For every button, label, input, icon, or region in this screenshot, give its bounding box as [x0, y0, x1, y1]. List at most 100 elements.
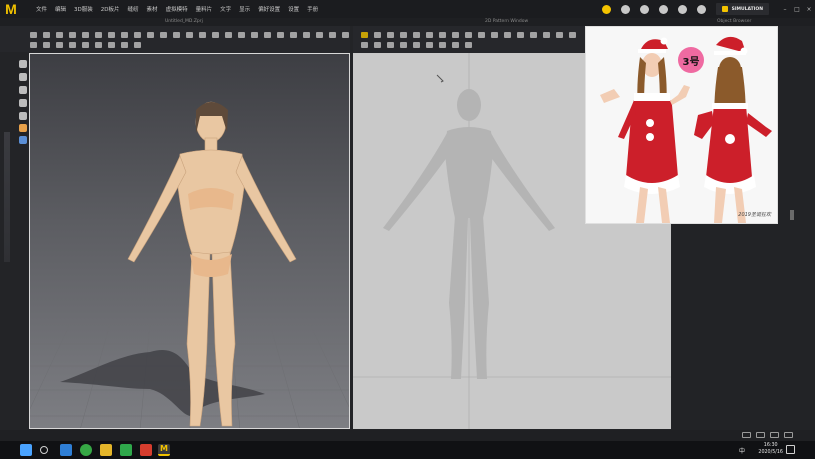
menu-2d-pattern[interactable]: 2D板片	[101, 5, 120, 13]
search-icon[interactable]	[40, 446, 48, 454]
minimize-button[interactable]: –	[779, 6, 791, 13]
tool-icon[interactable]	[439, 41, 446, 48]
marvelous-designer-icon[interactable]: M	[158, 444, 170, 456]
tool-icon[interactable]	[465, 31, 472, 38]
windows-start-icon[interactable]	[20, 444, 32, 456]
menu-sewing[interactable]: 缝纫	[128, 5, 139, 13]
tool-icon[interactable]	[342, 31, 349, 38]
shirt-icon[interactable]	[19, 99, 27, 107]
tool-icon[interactable]	[121, 31, 128, 38]
tool-icon[interactable]	[251, 31, 258, 38]
menu-display[interactable]: 显示	[239, 5, 250, 13]
tool-icon[interactable]	[316, 31, 323, 38]
tool-icon[interactable]	[400, 31, 407, 38]
viewport-3d[interactable]	[29, 53, 350, 429]
tool-icon[interactable]	[439, 31, 446, 38]
tool-icon[interactable]	[426, 41, 433, 48]
tool-icon[interactable]	[69, 31, 76, 38]
layout-icon[interactable]	[784, 432, 793, 438]
simulation-mode-button[interactable]: SIMULATION	[715, 3, 769, 15]
tool-icon[interactable]	[517, 31, 524, 38]
tool-icon[interactable]	[30, 31, 37, 38]
tool-icon[interactable]	[160, 31, 167, 38]
layout-icon[interactable]	[756, 432, 765, 438]
tool-icon[interactable]	[173, 31, 180, 38]
menu-edit[interactable]: 编辑	[55, 5, 66, 13]
notification-icon[interactable]	[601, 4, 611, 14]
tool-icon[interactable]	[387, 31, 394, 38]
tool-icon[interactable]	[465, 41, 472, 48]
menu-pieces[interactable]: 量料片	[196, 5, 213, 13]
tool-icon[interactable]	[199, 31, 206, 38]
tool-icon[interactable]	[56, 31, 63, 38]
avatar-icon[interactable]	[19, 60, 27, 68]
ime-indicator[interactable]: 中	[739, 446, 745, 455]
tool-icon[interactable]	[108, 41, 115, 48]
tool-icon[interactable]	[413, 41, 420, 48]
tool-icon[interactable]	[147, 31, 154, 38]
layout-icon[interactable]	[770, 432, 779, 438]
object-browser-handle[interactable]	[790, 210, 794, 220]
menu-text[interactable]: 文字	[220, 5, 231, 13]
tool-icon[interactable]	[264, 31, 271, 38]
person-icon[interactable]	[19, 86, 27, 94]
texture-icon[interactable]	[19, 136, 27, 144]
menu-settings[interactable]: 设置	[288, 5, 299, 13]
tool-icon[interactable]	[134, 41, 141, 48]
left-panel-tab[interactable]	[4, 132, 10, 262]
select-tool-icon[interactable]	[361, 31, 368, 38]
notification-center-icon[interactable]	[786, 445, 795, 454]
tool-icon[interactable]	[478, 31, 485, 38]
tool-icon[interactable]	[361, 41, 368, 48]
tool-icon[interactable]	[452, 41, 459, 48]
browser-icon[interactable]	[60, 444, 72, 456]
tool-icon[interactable]	[426, 31, 433, 38]
tool-icon[interactable]	[82, 31, 89, 38]
tool-icon[interactable]	[238, 31, 245, 38]
hanger-icon[interactable]	[696, 4, 706, 14]
tool-icon[interactable]	[504, 31, 511, 38]
maximize-button[interactable]: □	[791, 6, 803, 13]
close-button[interactable]: ×	[803, 6, 815, 13]
tool-icon[interactable]	[556, 31, 563, 38]
tool-icon[interactable]	[225, 31, 232, 38]
pencil-icon[interactable]	[19, 112, 27, 120]
menu-file[interactable]: 文件	[36, 5, 47, 13]
skin-icon[interactable]	[19, 124, 27, 132]
tool-icon[interactable]	[69, 41, 76, 48]
tool-icon[interactable]	[95, 41, 102, 48]
menu-avatar[interactable]: 虚拟模特	[166, 5, 188, 13]
tool-icon[interactable]	[452, 31, 459, 38]
camera-icon[interactable]	[677, 4, 687, 14]
app-c-icon[interactable]	[120, 444, 132, 456]
tool-icon[interactable]	[43, 31, 50, 38]
folder-icon[interactable]	[100, 444, 112, 456]
chat-app-icon[interactable]	[80, 444, 92, 456]
tool-icon[interactable]	[387, 41, 394, 48]
tool-icon[interactable]	[121, 41, 128, 48]
tool-icon[interactable]	[290, 31, 297, 38]
tool-icon[interactable]	[400, 41, 407, 48]
tool-icon[interactable]	[212, 31, 219, 38]
tool-icon[interactable]	[134, 31, 141, 38]
tool-icon[interactable]	[530, 31, 537, 38]
menu-3d-garment[interactable]: 3D服装	[74, 5, 93, 13]
speaker-icon[interactable]	[620, 4, 630, 14]
tool-icon[interactable]	[491, 31, 498, 38]
tool-icon[interactable]	[82, 41, 89, 48]
tool-icon[interactable]	[108, 31, 115, 38]
tool-icon[interactable]	[303, 31, 310, 38]
menu-preferences[interactable]: 偏好设置	[258, 5, 280, 13]
tool-icon[interactable]	[413, 31, 420, 38]
tool-icon[interactable]	[56, 41, 63, 48]
tool-icon[interactable]	[277, 31, 284, 38]
tool-icon[interactable]	[374, 31, 381, 38]
user-icon[interactable]	[639, 4, 649, 14]
layout-icon[interactable]	[742, 432, 751, 438]
taskbar-clock[interactable]: 16:30 2020/5/16	[758, 443, 783, 456]
tool-icon[interactable]	[43, 41, 50, 48]
tool-icon[interactable]	[329, 31, 336, 38]
menu-materials[interactable]: 素材	[147, 5, 158, 13]
tool-icon[interactable]	[543, 31, 550, 38]
tool-icon[interactable]	[30, 41, 37, 48]
